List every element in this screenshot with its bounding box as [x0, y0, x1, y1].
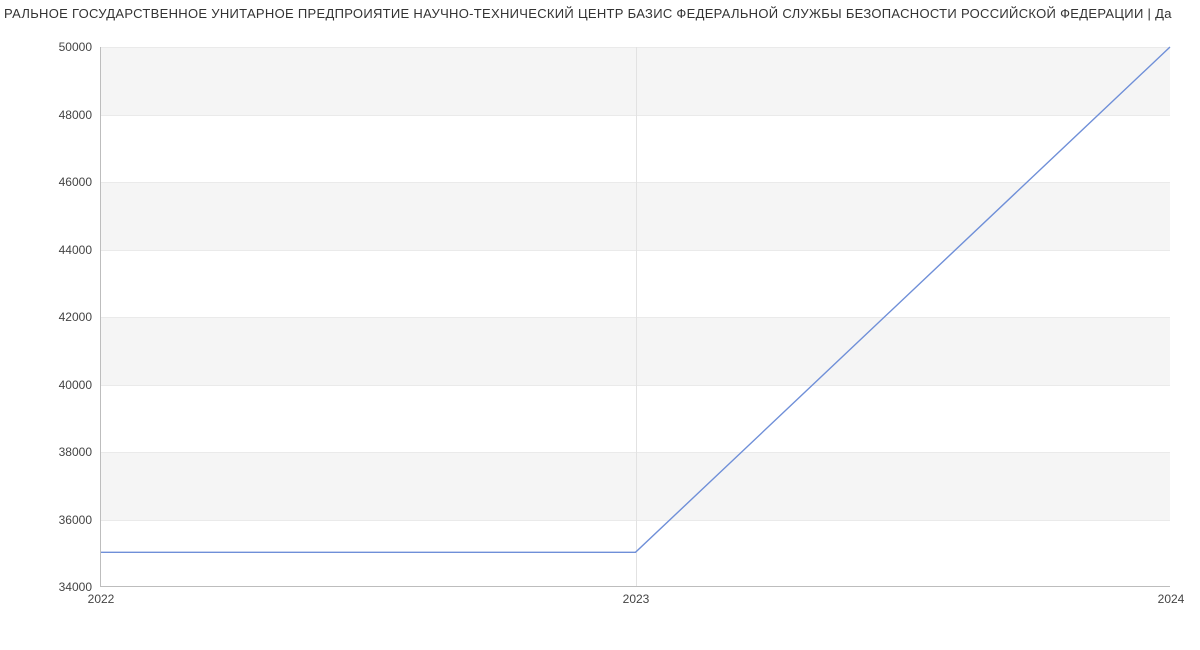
y-tick-label: 42000	[12, 311, 92, 323]
y-tick-label: 36000	[12, 514, 92, 526]
chart-title: РАЛЬНОЕ ГОСУДАРСТВЕННОЕ УНИТАРНОЕ ПРЕДПР…	[0, 0, 1200, 22]
y-tick-label: 34000	[12, 581, 92, 593]
x-tick-label: 2024	[1158, 592, 1185, 606]
chart-container: 202220232024 340003600038000400004200044…	[0, 22, 1200, 622]
y-tick-label: 38000	[12, 446, 92, 458]
x-tick-label: 2022	[88, 592, 115, 606]
line-svg	[101, 47, 1170, 586]
y-tick-label: 40000	[12, 379, 92, 391]
y-tick-label: 50000	[12, 41, 92, 53]
data-line	[101, 47, 1170, 552]
y-tick-label: 46000	[12, 176, 92, 188]
plot-area: 202220232024	[100, 47, 1170, 587]
y-tick-label: 48000	[12, 109, 92, 121]
x-tick-label: 2023	[623, 592, 650, 606]
y-tick-label: 44000	[12, 244, 92, 256]
